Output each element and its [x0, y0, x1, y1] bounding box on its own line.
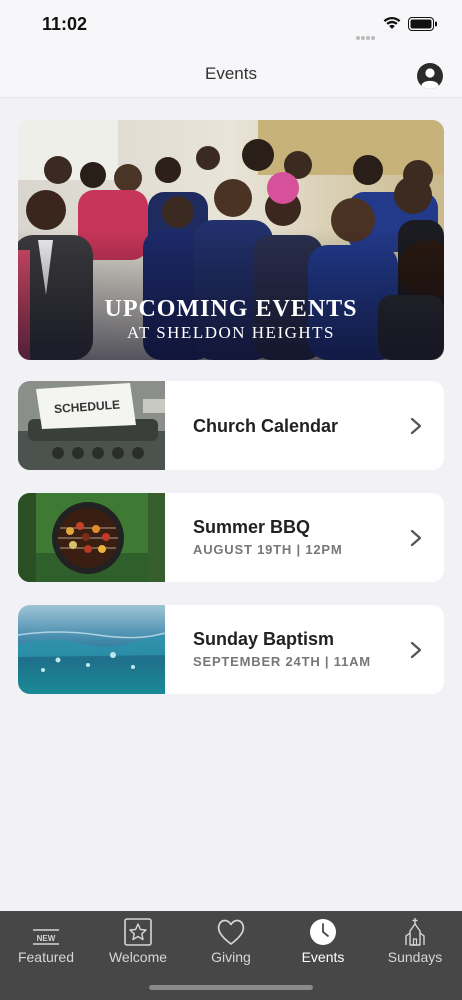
status-bar: 11:02	[0, 0, 462, 50]
tab-bar: NEW Featured Welcome Giving Events Sunda…	[0, 911, 462, 1000]
new-badge-icon: NEW	[33, 929, 59, 945]
banner-subtitle: AT SHELDON HEIGHTS	[126, 323, 335, 342]
star-icon	[124, 918, 152, 946]
tab-label: Events	[301, 949, 345, 965]
status-time: 11:02	[42, 14, 88, 34]
tab-giving[interactable]: Giving	[185, 911, 277, 981]
chevron-right-icon	[410, 417, 422, 435]
event-date: AUGUST 19TH | 12PM	[193, 542, 343, 557]
user-icon	[421, 68, 439, 89]
water-thumbnail	[18, 605, 165, 694]
event-title: Sunday Baptism	[193, 629, 335, 649]
church-icon	[405, 918, 425, 946]
event-card-summer-bbq[interactable]: Summer BBQ AUGUST 19TH | 12PM	[18, 493, 444, 582]
tab-featured[interactable]: NEW Featured	[0, 911, 92, 981]
battery-icon	[408, 17, 437, 31]
page-title: Events	[205, 64, 257, 83]
event-title: Summer BBQ	[193, 517, 311, 537]
wifi-icon	[383, 16, 401, 29]
tab-label: Giving	[211, 949, 251, 965]
tab-sundays[interactable]: Sundays	[369, 911, 461, 981]
event-date: SEPTEMBER 24TH | 11AM	[193, 654, 371, 669]
tab-label: Featured	[17, 949, 75, 965]
banner-title: UPCOMING EVENTS	[104, 296, 358, 322]
home-indicator	[149, 985, 313, 990]
chevron-right-icon	[410, 641, 422, 659]
clock-icon	[310, 919, 336, 945]
event-card-sunday-baptism[interactable]: Sunday Baptism SEPTEMBER 24TH | 11AM	[18, 605, 444, 694]
event-card-church-calendar[interactable]: SCHEDULE Church Calendar	[18, 381, 444, 470]
new-badge-text: NEW	[37, 934, 56, 943]
navigation-bar: Events	[0, 50, 462, 98]
typewriter-schedule-thumbnail: SCHEDULE	[18, 381, 165, 470]
bbq-grill-thumbnail	[18, 493, 165, 582]
cellular-signal-icon	[356, 27, 376, 45]
profile-button[interactable]	[417, 63, 443, 89]
tab-events[interactable]: Events	[277, 911, 369, 981]
event-title: Church Calendar	[193, 416, 339, 436]
tab-label: Sundays	[387, 949, 443, 965]
tab-label: Welcome	[108, 949, 168, 965]
chevron-right-icon	[410, 529, 422, 547]
heart-icon	[217, 919, 245, 945]
tab-welcome[interactable]: Welcome	[92, 911, 184, 981]
